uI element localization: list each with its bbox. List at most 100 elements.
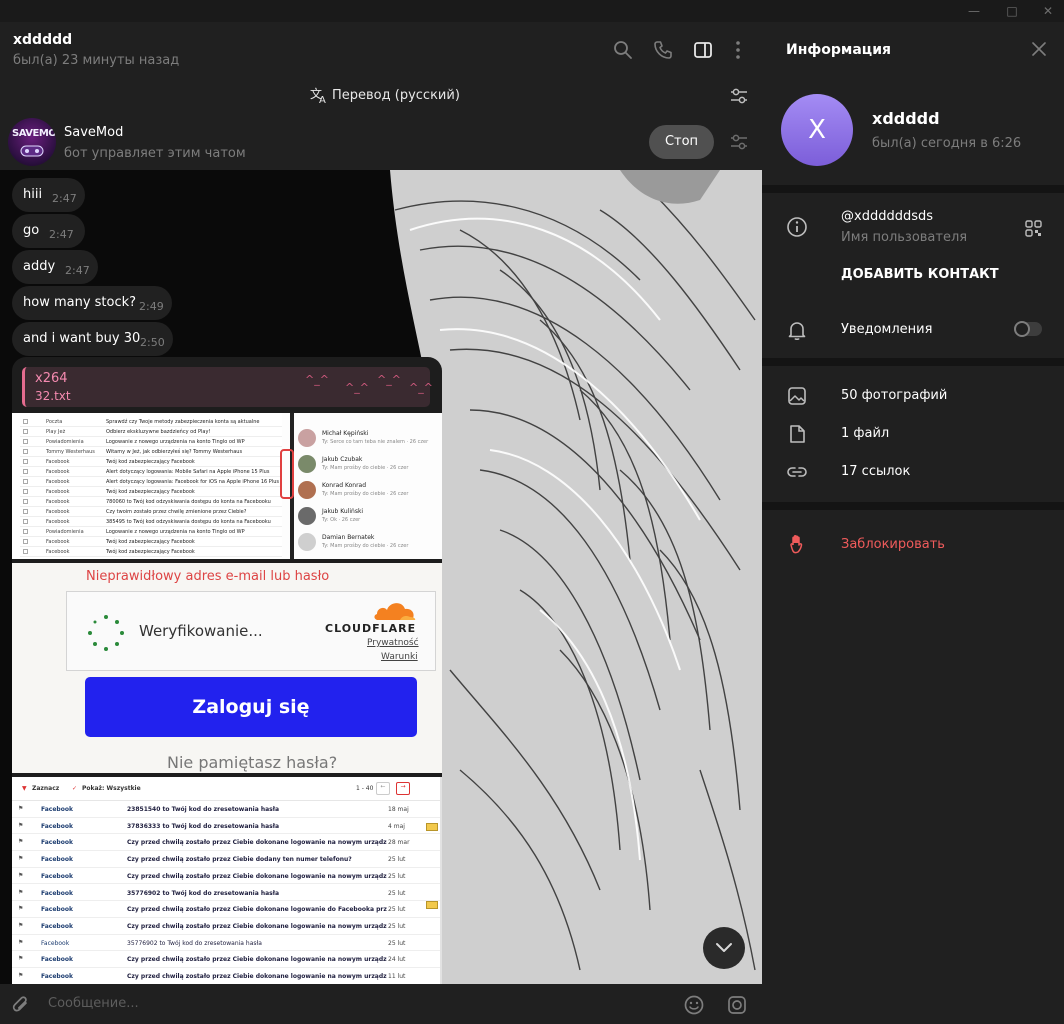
- flag-icon: ⚑: [18, 955, 24, 963]
- contact-name: Konrad Konrad: [322, 482, 367, 489]
- mail-from: Facebook: [46, 459, 70, 465]
- mail-subject: Logowanie z nowego urządzenia na konto T…: [106, 439, 245, 445]
- message-bubble[interactable]: and i want buy 30 2:50: [12, 322, 173, 356]
- mail-row: Facebook 780060 to Twój kod odzyskiwania …: [20, 497, 282, 507]
- message-bubble[interactable]: addy 2:47: [12, 250, 98, 284]
- inbox-date: 25 lut: [388, 939, 406, 947]
- inbox-date: 25 lut: [388, 889, 406, 897]
- inbox-subject: Czy przed chwilą zostało przez Ciebie do…: [127, 973, 387, 980]
- inbox-row: ⚑ Facebook Czy przed chwilą zostało przez …: [12, 851, 440, 868]
- message-time: 2:47: [52, 192, 77, 205]
- toggle-knob: [1014, 321, 1030, 337]
- attach-icon[interactable]: [10, 994, 32, 1016]
- photo-icon: [788, 387, 806, 405]
- inbox-row: ⚑ Facebook 35776902 to Twój kod do zreseto…: [12, 935, 440, 952]
- message-bubble[interactable]: how many stock? 2:49: [12, 286, 172, 320]
- message-input[interactable]: Сообщение...: [48, 996, 139, 1011]
- inbox-subject: 35776902 to Twój kod do zresetowania has…: [127, 889, 280, 897]
- close-icon[interactable]: [1032, 42, 1046, 56]
- reply-decoration: ^_^: [377, 373, 401, 386]
- filter-icon: ✓: [72, 785, 78, 792]
- notifications-toggle[interactable]: [1014, 321, 1042, 337]
- photo-login-page[interactable]: Nieprawidłowy adres e-mail lub hasło Wer…: [12, 563, 442, 773]
- sidebar-toggle-icon[interactable]: [692, 39, 714, 61]
- more-menu-icon[interactable]: [727, 39, 749, 61]
- reply-title: x264: [35, 371, 68, 386]
- message-text: hiii: [23, 187, 43, 202]
- message-bubble[interactable]: hiii 2:47: [12, 178, 85, 212]
- mail-row: Play Jeż Odbierz ekskluzywne bazdzieńcy o…: [20, 427, 282, 437]
- reply-preview[interactable]: x264 32.txt ^_^ ^_^ ^_^ ^_^: [22, 367, 433, 407]
- avatar[interactable]: X: [781, 94, 853, 166]
- block-button[interactable]: Заблокировать: [841, 537, 945, 552]
- range-label: 1 - 40: [356, 785, 374, 792]
- mail-row: Facebook Alert dotyczący logowania: Faceb…: [20, 477, 282, 487]
- chat-message-area[interactable]: hiii 2:47 go 2:47 addy 2:47 how many sto…: [0, 170, 762, 984]
- mail-from: Powiadomienia: [46, 529, 84, 535]
- media-message[interactable]: x264 32.txt ^_^ ^_^ ^_^ ^_^ Poczta Sprawd…: [12, 357, 442, 984]
- minimize-icon[interactable]: —: [966, 3, 982, 19]
- files-count[interactable]: 1 файл: [841, 426, 889, 441]
- flag-icon: ⚑: [18, 921, 24, 929]
- message-bubble[interactable]: go 2:47: [12, 214, 85, 248]
- contact-item: Jakub Czubak Ty: Mam prośby do ciebie · 2…: [298, 453, 438, 477]
- mail-row: Facebook Alert dotyczący logowania: Mobil…: [20, 467, 282, 477]
- notifications-label: Уведомления: [841, 322, 933, 337]
- mail-row: Facebook Czy twoim zostało przez chwilę z…: [20, 507, 282, 517]
- inbox-row: ⚑ Facebook Czy przed chwilą zostało przez …: [12, 918, 440, 935]
- flag-icon: ⚑: [18, 855, 24, 863]
- links-count[interactable]: 17 ссылок: [841, 464, 910, 479]
- bell-icon: [788, 322, 806, 341]
- gamepad-icon: [20, 145, 44, 157]
- scroll-to-bottom-button[interactable]: [703, 927, 745, 969]
- chat-header[interactable]: xddddd был(а) 23 минуты назад: [0, 22, 762, 78]
- mail-subject: Logowanie z nowego urządzenia na konto T…: [106, 529, 245, 535]
- phone-icon[interactable]: [652, 39, 674, 61]
- inbox-row: ⚑ Facebook Czy przed chwilą zostało przez …: [12, 968, 440, 984]
- inbox-scrollbar: [440, 777, 442, 984]
- window-titlebar: — □ ✕: [0, 0, 1064, 22]
- translate-label[interactable]: Перевод (русский): [332, 88, 460, 103]
- bot-settings-icon[interactable]: [729, 133, 749, 151]
- mail-subject: Sprawdź czy Twoje metody zabezpieczenia …: [106, 419, 260, 425]
- chat-name: xddddd: [13, 32, 73, 48]
- inbox-from: Facebook: [41, 839, 73, 847]
- bot-avatar[interactable]: SAVEMOD: [8, 118, 56, 166]
- section-divider: [762, 358, 1064, 366]
- contact-sub: Ty: Mam prośby do ciebie · 26 czer: [322, 491, 409, 497]
- camera-icon[interactable]: [726, 994, 748, 1016]
- inbox-date: 4 maj: [388, 822, 405, 830]
- forgot-password-text: Nie pamiętasz hasła?: [167, 753, 338, 772]
- inbox-date: 11 lut: [388, 973, 406, 980]
- maximize-icon[interactable]: □: [1004, 3, 1020, 19]
- flag-icon: ⚑: [18, 888, 24, 896]
- contact-name: Michał Kępiński: [322, 430, 369, 437]
- contact-item: Damian Bernatek Ty: Mam prośby do ciebie …: [298, 531, 438, 555]
- photo-mail-list[interactable]: Poczta Sprawdź czy Twoje metody zabezpiec…: [12, 413, 442, 559]
- info-icon: [787, 217, 807, 237]
- translate-bar[interactable]: 文 A Перевод (русский): [0, 78, 762, 114]
- inbox-subject: Czy przed chwilą zostało przez Ciebie do…: [127, 872, 387, 880]
- select-label: Zaznacz: [32, 785, 60, 792]
- prev-page-icon: ←: [376, 782, 390, 795]
- mail-from: Facebook: [46, 519, 70, 525]
- photo-inbox[interactable]: ▼ Zaznacz ✓ Pokaż: Wszystkie 1 - 40 ← → …: [12, 777, 442, 984]
- add-contact-button[interactable]: ДОБАВИТЬ КОНТАКТ: [841, 267, 999, 282]
- emoji-icon[interactable]: [683, 994, 705, 1016]
- mail-subject: 780060 to Twój kod odzyskiwania dostępu …: [106, 499, 271, 505]
- translate-settings-icon[interactable]: [729, 87, 749, 105]
- mail-from: Facebook: [46, 469, 70, 475]
- close-window-icon[interactable]: ✕: [1040, 3, 1056, 19]
- search-icon[interactable]: [612, 39, 634, 61]
- username[interactable]: @xddddddsds: [841, 209, 933, 224]
- stop-bot-button[interactable]: Стоп: [649, 125, 714, 159]
- photos-count[interactable]: 50 фотографий: [841, 388, 947, 403]
- inbox-row: ⚑ Facebook Czy przed chwilą zostało przez …: [12, 834, 440, 852]
- flag-icon: ⚑: [18, 821, 24, 829]
- mail-row: Facebook 385495 to Twój kod odzyskiwania …: [20, 517, 282, 527]
- message-text: go: [23, 223, 40, 238]
- qr-code-icon[interactable]: [1025, 220, 1042, 237]
- panel-title: Информация: [786, 42, 891, 58]
- mail-row: Poczta Sprawdź czy Twoje metody zabezpiec…: [20, 417, 282, 427]
- inbox-subject: 23851540 to Twój kod do zresetowania has…: [127, 806, 280, 813]
